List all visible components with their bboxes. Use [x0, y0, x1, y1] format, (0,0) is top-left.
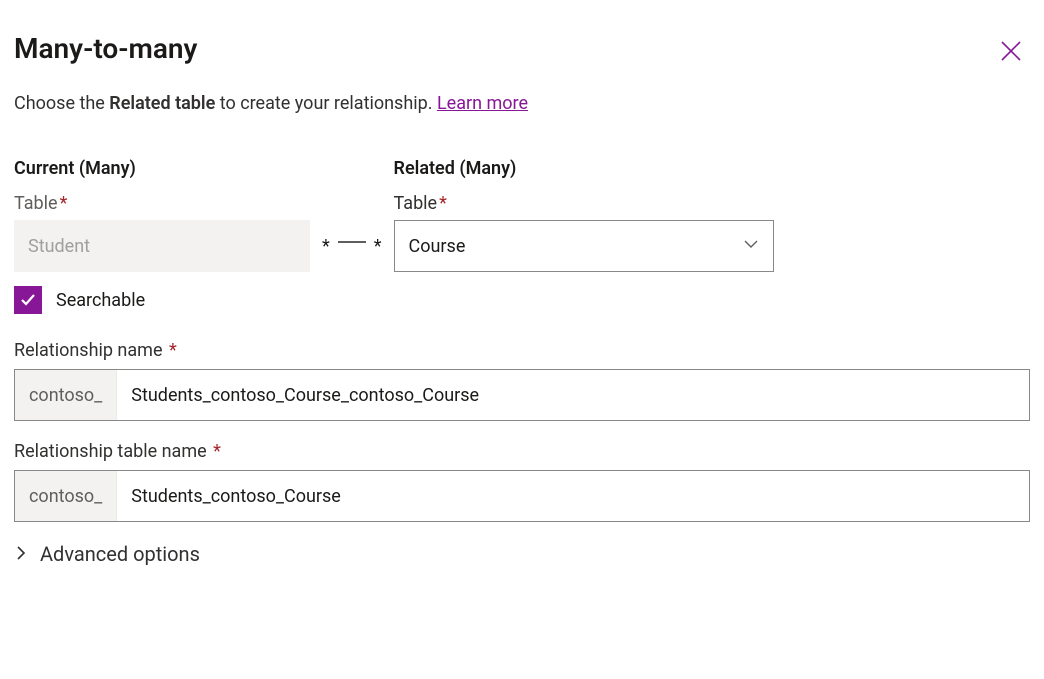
- connector-right-star: *: [374, 236, 382, 257]
- searchable-checkbox[interactable]: [14, 286, 42, 314]
- relationship-name-prefix: contoso_: [15, 370, 117, 420]
- relationship-name-field: contoso_: [14, 369, 1030, 421]
- relationship-connector: * *: [322, 220, 382, 272]
- relationship-name-input[interactable]: [117, 370, 1029, 420]
- advanced-options-label: Advanced options: [40, 542, 200, 566]
- check-icon: [19, 291, 37, 309]
- current-heading: Current (Many): [14, 158, 310, 179]
- related-table-selected: Course: [409, 236, 466, 257]
- relationship-table-name-prefix: contoso_: [15, 471, 117, 521]
- related-table-select[interactable]: Course: [394, 220, 774, 272]
- chevron-down-icon: [743, 236, 759, 257]
- current-column: Current (Many) Table* Student: [14, 158, 310, 272]
- learn-more-link[interactable]: Learn more: [437, 93, 528, 114]
- searchable-label: Searchable: [56, 290, 145, 311]
- connector-left-star: *: [322, 236, 330, 257]
- current-table-value: Student: [14, 220, 310, 272]
- related-table-label: Table*: [394, 193, 774, 214]
- intro-text: Choose the Related table to create your …: [14, 93, 1030, 114]
- chevron-right-icon: [14, 545, 28, 564]
- close-button[interactable]: [992, 32, 1030, 70]
- relationship-table-name-label: Relationship table name *: [14, 441, 1030, 462]
- related-heading: Related (Many): [394, 158, 774, 179]
- advanced-options-toggle[interactable]: Advanced options: [14, 542, 1030, 566]
- connector-line: [338, 241, 366, 243]
- related-column: Related (Many) Table* Course: [394, 158, 774, 272]
- relationship-table-name-field: contoso_: [14, 470, 1030, 522]
- relationship-table-name-input[interactable]: [117, 471, 1029, 521]
- page-title: Many-to-many: [14, 32, 197, 65]
- current-table-label: Table*: [14, 193, 310, 214]
- close-icon: [1000, 40, 1022, 62]
- relationship-name-label: Relationship name *: [14, 340, 1030, 361]
